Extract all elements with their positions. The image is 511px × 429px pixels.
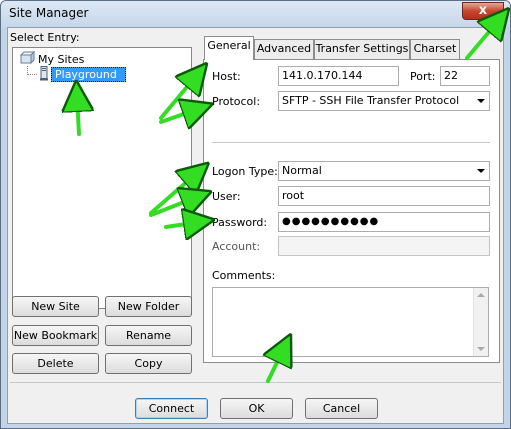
- logon-type-value: Normal: [282, 164, 322, 177]
- server-icon: [39, 66, 49, 81]
- folder-icon: [19, 50, 36, 65]
- close-button[interactable]: x: [462, 2, 504, 20]
- site-manager-window: Site Manager x Select Entry: My Sites Pl…: [0, 0, 511, 429]
- port-label: Port:: [410, 70, 436, 83]
- protocol-label: Protocol:: [212, 95, 261, 108]
- window-title: Site Manager: [9, 6, 89, 20]
- host-label: Host:: [212, 70, 241, 83]
- scroll-down-icon[interactable]: [477, 347, 485, 351]
- user-label: User:: [212, 190, 241, 203]
- tree-root-label[interactable]: My Sites: [38, 53, 84, 66]
- user-input[interactable]: root: [278, 186, 490, 206]
- comments-label: Comments:: [212, 269, 276, 282]
- dialog-client-area: Select Entry: My Sites Playground New Si…: [7, 27, 504, 424]
- host-input[interactable]: 141.0.170.144: [278, 66, 399, 86]
- tab-general[interactable]: General: [204, 36, 254, 60]
- tree-item-playground[interactable]: Playground: [51, 67, 126, 82]
- logon-type-label: Logon Type:: [212, 165, 278, 178]
- protocol-value: SFTP - SSH File Transfer Protocol: [282, 94, 460, 107]
- port-value: 22: [444, 69, 458, 82]
- account-label: Account:: [212, 240, 261, 253]
- chevron-down-icon: [477, 99, 485, 103]
- tree-item-label: Playground: [55, 68, 117, 81]
- divider: [212, 142, 490, 143]
- chevron-down-icon: [477, 169, 485, 173]
- ok-button[interactable]: OK: [220, 398, 293, 419]
- rename-button[interactable]: Rename: [105, 325, 192, 346]
- cancel-button[interactable]: Cancel: [305, 398, 378, 419]
- site-tree[interactable]: My Sites Playground: [12, 47, 192, 309]
- comments-scrollbar[interactable]: [473, 288, 488, 356]
- general-panel: Host: 141.0.170.144 Port: 22 Protocol: S…: [203, 59, 500, 363]
- new-folder-button[interactable]: New Folder: [105, 296, 192, 317]
- copy-button[interactable]: Copy: [105, 353, 192, 374]
- tree-connector: [27, 74, 37, 75]
- footer-divider: [10, 382, 501, 383]
- connect-button[interactable]: Connect: [135, 398, 208, 419]
- account-input: [278, 236, 490, 256]
- logon-type-select[interactable]: Normal: [278, 161, 490, 181]
- password-label: Password:: [212, 216, 268, 229]
- protocol-select[interactable]: SFTP - SSH File Transfer Protocol: [278, 91, 490, 111]
- password-value: ●●●●●●●●●●: [282, 216, 380, 227]
- port-input[interactable]: 22: [440, 66, 490, 86]
- user-value: root: [282, 189, 305, 202]
- title-bar[interactable]: Site Manager x: [1, 1, 510, 27]
- comments-textarea[interactable]: [212, 287, 489, 357]
- close-icon: x: [478, 3, 488, 18]
- password-input[interactable]: ●●●●●●●●●●: [278, 212, 490, 232]
- new-site-button[interactable]: New Site: [12, 296, 99, 317]
- scroll-up-icon[interactable]: [477, 293, 485, 297]
- host-value: 141.0.170.144: [282, 69, 363, 82]
- tab-advanced[interactable]: Advanced: [254, 39, 314, 59]
- new-bookmark-button[interactable]: New Bookmark: [12, 325, 99, 346]
- tab-charset[interactable]: Charset: [410, 39, 460, 59]
- delete-button[interactable]: Delete: [12, 353, 99, 374]
- select-entry-label: Select Entry:: [10, 31, 80, 44]
- tab-transfer-settings[interactable]: Transfer Settings: [314, 39, 410, 59]
